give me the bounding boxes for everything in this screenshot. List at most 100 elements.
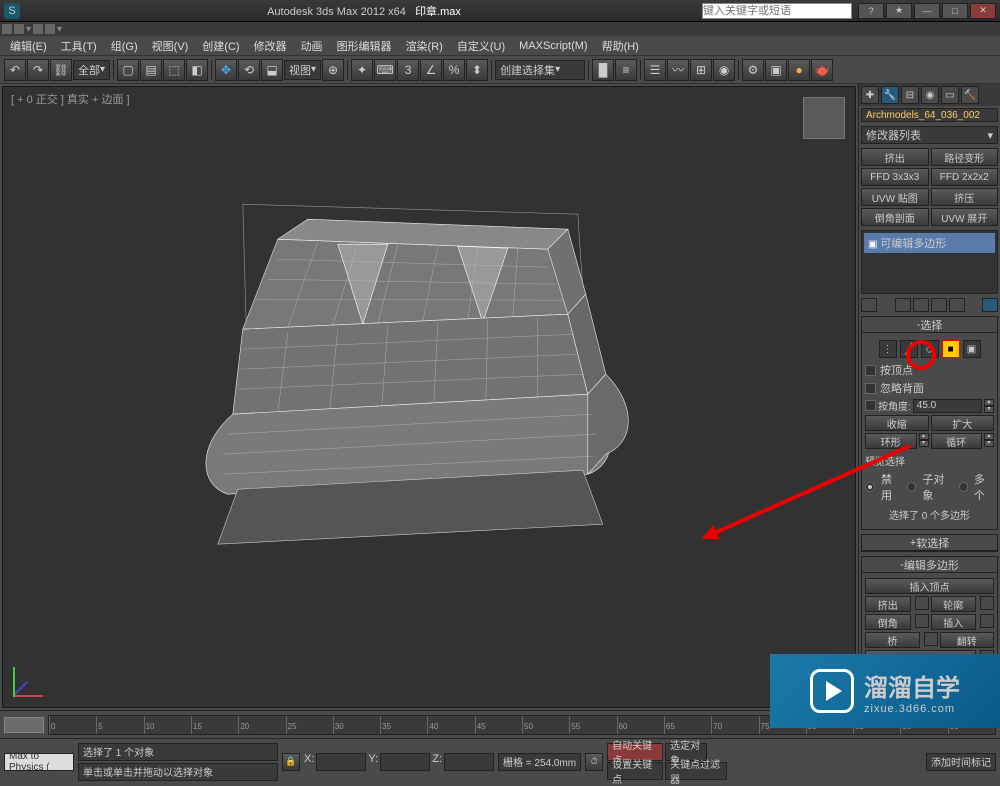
- mod-squeeze-button[interactable]: 挤压: [931, 188, 999, 206]
- grow-button[interactable]: 扩大: [931, 415, 995, 431]
- chevron-down-icon[interactable]: ▾: [26, 24, 31, 35]
- curve-editor-icon[interactable]: 〰: [667, 59, 689, 81]
- menu-edit[interactable]: 编辑(E): [4, 36, 53, 56]
- modifier-list-dropdown[interactable]: 修改器列表▾: [861, 126, 998, 144]
- manipulate-icon[interactable]: ✦: [351, 59, 373, 81]
- menu-create[interactable]: 创建(C): [196, 36, 245, 56]
- by-angle-checkbox[interactable]: [865, 400, 876, 411]
- stack-tool-icon[interactable]: [931, 298, 947, 312]
- app-icon[interactable]: S: [4, 3, 20, 19]
- quick-access-icon[interactable]: [2, 24, 12, 34]
- star-icon[interactable]: ★: [886, 3, 912, 19]
- close-button[interactable]: ✕: [970, 3, 996, 19]
- viewport-label[interactable]: [ + 0 正交 ] 真实 + 边面 ]: [11, 91, 130, 107]
- filter-dropdown[interactable]: 全部 ▾: [73, 60, 110, 80]
- extrude-button[interactable]: 挤出: [865, 596, 911, 612]
- tab-display[interactable]: ▭: [941, 86, 959, 104]
- menu-view[interactable]: 视图(V): [146, 36, 195, 56]
- render-frame-icon[interactable]: ▣: [765, 59, 787, 81]
- align-icon[interactable]: ≡: [615, 59, 637, 81]
- tab-utilities[interactable]: 🔨: [961, 86, 979, 104]
- keyboard-icon[interactable]: ⌨: [374, 59, 396, 81]
- inset-button[interactable]: 插入: [931, 614, 977, 630]
- setkey-button[interactable]: 设置关键点: [607, 762, 663, 780]
- select-icon[interactable]: ▢: [117, 59, 139, 81]
- menu-customize[interactable]: 自定义(U): [451, 36, 511, 56]
- menu-tools[interactable]: 工具(T): [55, 36, 103, 56]
- subobj-element-icon[interactable]: ▣: [963, 340, 981, 358]
- spin-down-icon[interactable]: ▾: [984, 406, 994, 413]
- mirror-icon[interactable]: ▐▌: [592, 59, 614, 81]
- time-slider[interactable]: [4, 717, 44, 733]
- spin-up-icon[interactable]: ▴: [984, 399, 994, 406]
- material-icon[interactable]: ◉: [713, 59, 735, 81]
- mod-bevelprofile-button[interactable]: 倒角剖面: [861, 208, 929, 226]
- undo-icon[interactable]: ↶: [4, 59, 26, 81]
- render-icon[interactable]: ●: [788, 59, 810, 81]
- menu-modifiers[interactable]: 修改器: [248, 36, 293, 56]
- tab-create[interactable]: ✚: [861, 86, 879, 104]
- insert-vertex-button[interactable]: 插入顶点: [865, 578, 994, 594]
- spin-down-icon[interactable]: ▾: [919, 440, 929, 447]
- bridge-button[interactable]: 桥: [865, 632, 920, 648]
- tab-motion[interactable]: ◉: [921, 86, 939, 104]
- percent-snap-icon[interactable]: %: [443, 59, 465, 81]
- subobj-vertex-icon[interactable]: ⋮: [879, 340, 897, 358]
- menu-maxscript[interactable]: MAXScript(M): [513, 38, 593, 54]
- bridge-settings-icon[interactable]: [924, 632, 938, 646]
- chevron-down-icon[interactable]: ▾: [57, 24, 62, 35]
- angle-snap-icon[interactable]: ∠: [420, 59, 442, 81]
- redo-icon[interactable]: ↷: [27, 59, 49, 81]
- object-name-field[interactable]: Archmodels_64_036_002: [861, 108, 998, 122]
- mod-ffd3-button[interactable]: FFD 3x3x3: [861, 168, 929, 186]
- pin-stack-icon[interactable]: [861, 298, 877, 312]
- inset-settings-icon[interactable]: [980, 614, 994, 628]
- subobj-polygon-icon[interactable]: ■: [942, 340, 960, 358]
- preview-multi-radio[interactable]: [959, 482, 968, 492]
- loop-button[interactable]: 循环: [931, 433, 983, 449]
- tab-hierarchy[interactable]: ⊟: [901, 86, 919, 104]
- mod-uvwmap-button[interactable]: UVW 贴图: [861, 188, 929, 206]
- title-search[interactable]: [702, 3, 852, 19]
- modifier-stack[interactable]: ▣ 可编辑多边形: [861, 230, 998, 294]
- menu-help[interactable]: 帮助(H): [596, 36, 645, 56]
- ignore-backfacing-checkbox[interactable]: [865, 383, 876, 394]
- spin-down-icon[interactable]: ▾: [984, 440, 994, 447]
- preview-off-radio[interactable]: [865, 482, 875, 492]
- stack-tool-icon[interactable]: [949, 298, 965, 312]
- pivot-icon[interactable]: ⊕: [322, 59, 344, 81]
- rollout-header-editpoly[interactable]: - 编辑多边形: [862, 557, 997, 573]
- menu-render[interactable]: 渲染(R): [400, 36, 449, 56]
- render-setup-icon[interactable]: ⚙: [742, 59, 764, 81]
- select-name-icon[interactable]: ▤: [140, 59, 162, 81]
- keyfilter-button[interactable]: 关键点过滤器: [665, 762, 727, 780]
- mod-ffd2-button[interactable]: FFD 2x2x2: [931, 168, 999, 186]
- maximize-button[interactable]: □: [942, 3, 968, 19]
- menu-graph[interactable]: 图形编辑器: [331, 36, 398, 56]
- spin-up-icon[interactable]: ▴: [984, 433, 994, 440]
- select-region-icon[interactable]: ⬚: [163, 59, 185, 81]
- link-icon[interactable]: ⛓: [50, 59, 72, 81]
- rollout-header-selection[interactable]: - 选择: [862, 317, 997, 333]
- help-icon[interactable]: ?: [858, 3, 884, 19]
- layers-icon[interactable]: ☰: [644, 59, 666, 81]
- rotate-icon[interactable]: ⟲: [238, 59, 260, 81]
- schematic-icon[interactable]: ⊞: [690, 59, 712, 81]
- shrink-button[interactable]: 收缩: [865, 415, 929, 431]
- teapot-icon[interactable]: 🫖: [811, 59, 833, 81]
- mod-extrude-button[interactable]: 挤出: [861, 148, 929, 166]
- preview-subobj-radio[interactable]: [907, 482, 916, 492]
- minimize-button[interactable]: —: [914, 3, 940, 19]
- outline-button[interactable]: 轮廓: [931, 596, 977, 612]
- stack-editable-poly[interactable]: ▣ 可编辑多边形: [864, 233, 995, 253]
- flip-button[interactable]: 翻转: [940, 632, 995, 648]
- viewcube[interactable]: [803, 97, 845, 139]
- quick-access-icon[interactable]: [14, 24, 24, 34]
- move-icon[interactable]: ✥: [215, 59, 237, 81]
- coord-dropdown[interactable]: 视图 ▾: [284, 60, 321, 80]
- window-crossing-icon[interactable]: ◧: [186, 59, 208, 81]
- tab-modify[interactable]: 🔧: [881, 86, 899, 104]
- quick-access-icon[interactable]: [45, 24, 55, 34]
- spinner-snap-icon[interactable]: ⬍: [466, 59, 488, 81]
- angle-spinner[interactable]: 45.0: [913, 399, 982, 413]
